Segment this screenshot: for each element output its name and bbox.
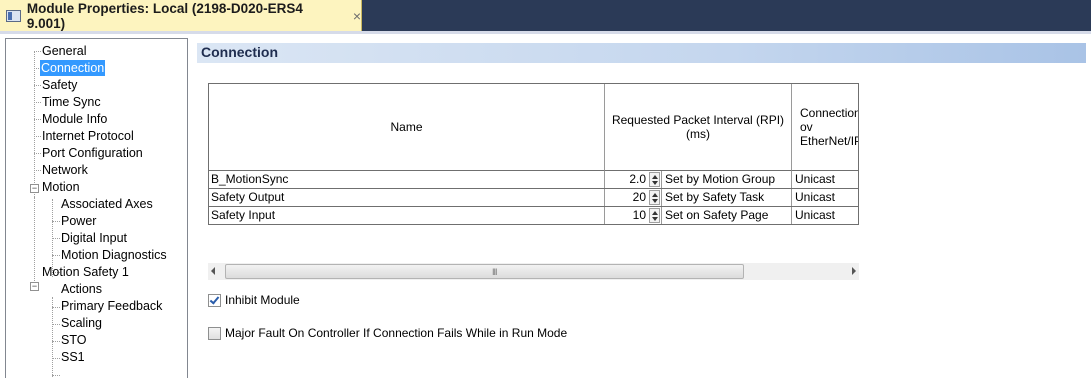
tree-item-port-configuration[interactable]: Port Configuration (41, 145, 144, 161)
tree-item-digital-input[interactable]: Digital Input (60, 230, 128, 246)
scroll-right-icon[interactable] (852, 267, 856, 275)
section-header: Connection (197, 43, 1086, 63)
motion-collapse-icon[interactable]: − (30, 184, 39, 193)
major-fault-checkbox[interactable] (208, 327, 221, 340)
module-icon (6, 9, 21, 22)
table-row[interactable]: B_MotionSync 2.0 Set by Motion Group Uni… (209, 171, 858, 189)
column-header-name[interactable]: Name (209, 84, 605, 171)
tree-item-general[interactable]: General (41, 43, 87, 59)
major-fault-label[interactable]: Major Fault On Controller If Connection … (225, 326, 567, 340)
row-name: B_MotionSync (209, 171, 605, 188)
rpi-note: Set by Motion Group (661, 171, 792, 188)
tree-item-associated-axes[interactable]: Associated Axes (60, 196, 154, 212)
rpi-spinner-icon[interactable] (649, 172, 660, 187)
tree-item-scaling[interactable]: Scaling (60, 315, 103, 331)
scrollbar-grip-icon: III (492, 267, 497, 277)
connection-type[interactable]: Unicast (792, 189, 858, 206)
rpi-value[interactable]: 10 (605, 207, 648, 224)
connection-grid[interactable]: Name Requested Packet Interval (RPI) (ms… (208, 83, 859, 225)
column-header-connection[interactable]: Connection ov EtherNet/IP (792, 84, 858, 171)
motion-safety-collapse-icon[interactable]: − (30, 282, 39, 291)
tree-item-time-sync[interactable]: Time Sync (41, 94, 102, 110)
tree-item-module-info[interactable]: Module Info (41, 111, 108, 127)
connection-type[interactable]: Unicast (792, 207, 858, 224)
inhibit-module-label[interactable]: Inhibit Module (225, 293, 300, 307)
tree-item-safety[interactable]: Safety (41, 77, 78, 93)
close-icon[interactable]: × (353, 9, 361, 23)
document-tab[interactable]: Module Properties: Local (2198-D020-ERS4… (0, 0, 362, 31)
title-separator (0, 31, 1091, 34)
window-title: Module Properties: Local (2198-D020-ERS4… (26, 0, 303, 31)
tree-item-motion-diagnostics[interactable]: Motion Diagnostics (60, 247, 168, 263)
scroll-left-icon[interactable] (211, 267, 215, 275)
tree-item-power[interactable]: Power (60, 213, 97, 229)
tree-item-internet-protocol[interactable]: Internet Protocol (41, 128, 135, 144)
horizontal-scrollbar[interactable]: III (208, 263, 859, 280)
inhibit-module-checkbox[interactable] (208, 294, 221, 307)
column-header-rpi[interactable]: Requested Packet Interval (RPI) (ms) (605, 84, 792, 171)
table-row[interactable]: Safety Output 20 Set by Safety Task Unic… (209, 189, 858, 207)
tree-item-network[interactable]: Network (41, 162, 89, 178)
category-tree[interactable]: General Connection Safety Time Sync Modu… (5, 38, 188, 378)
row-name: Safety Input (209, 207, 605, 224)
tree-item-motion-safety-1[interactable]: Motion Safety 1 (41, 264, 130, 280)
connection-type[interactable]: Unicast (792, 171, 858, 188)
row-name: Safety Output (209, 189, 605, 206)
tree-item-connection[interactable]: Connection (40, 60, 106, 76)
rpi-value[interactable]: 20 (605, 189, 648, 206)
rpi-spinner-icon[interactable] (649, 208, 660, 223)
rpi-value[interactable]: 2.0 (605, 171, 648, 188)
table-row[interactable]: Safety Input 10 Set on Safety Page Unica… (209, 207, 858, 224)
rpi-note: Set by Safety Task (661, 189, 792, 206)
tree-item-motion[interactable]: Motion (41, 179, 81, 195)
tree-item-actions[interactable]: Actions (60, 281, 103, 297)
tree-item-sto[interactable]: STO (60, 332, 87, 348)
scrollbar-thumb[interactable]: III (225, 264, 744, 279)
rpi-note: Set on Safety Page (661, 207, 792, 224)
tree-item-primary-feedback[interactable]: Primary Feedback (60, 298, 163, 314)
tree-item-ss1[interactable]: SS1 (60, 349, 86, 365)
section-title: Connection (201, 44, 278, 60)
rpi-spinner-icon[interactable] (649, 190, 660, 205)
